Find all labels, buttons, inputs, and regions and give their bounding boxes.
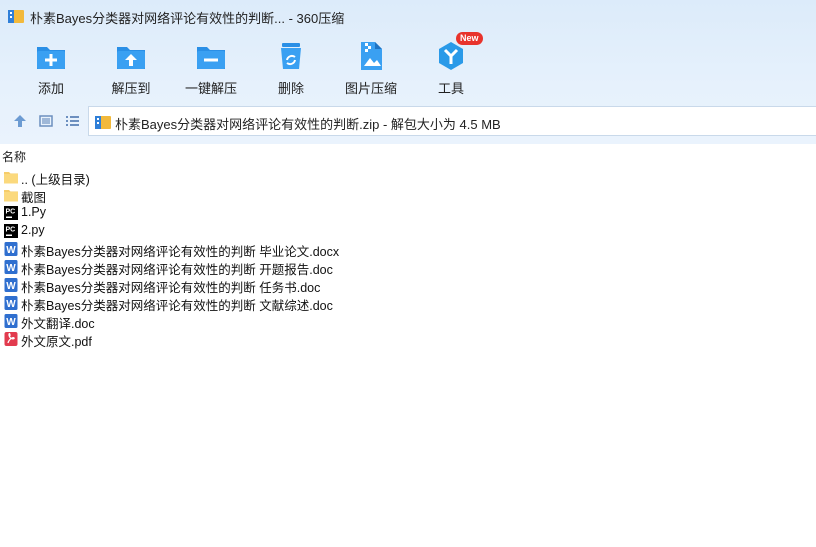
file-row[interactable]: W 朴素Bayes分类器对网络评论有效性的判断 毕业论文.docx xyxy=(0,240,816,259)
word-doc-icon: W xyxy=(4,260,18,274)
file-row[interactable]: W 外文翻译.doc xyxy=(0,312,816,331)
svg-text:W: W xyxy=(6,299,16,310)
thumbnail-view-icon[interactable] xyxy=(38,113,54,129)
file-row[interactable]: 截图 xyxy=(0,186,816,205)
archive-file-icon xyxy=(95,116,111,129)
file-list: .. (上级目录) 截图 PC 1.Py PC 2.py W 朴素Bayes分类器对网络评论有… xyxy=(0,168,816,349)
image-compress-icon xyxy=(361,42,382,70)
address-row: 朴素Bayes分类器对网络评论有效性的判断.zip - 解包大小为 4.5 MB xyxy=(0,106,816,136)
one-click-extract-button[interactable]: 一键解压 xyxy=(176,38,246,98)
svg-text:W: W xyxy=(6,245,16,256)
archive-app-icon xyxy=(8,10,24,23)
extract-folder-icon xyxy=(117,47,145,69)
one-click-extract-icon xyxy=(197,47,225,69)
file-row[interactable]: W 朴素Bayes分类器对网络评论有效性的判断 文献综述.doc xyxy=(0,294,816,313)
delete-button[interactable]: 删除 xyxy=(256,38,326,98)
up-arrow-icon[interactable] xyxy=(12,113,28,129)
file-row[interactable]: W 朴素Bayes分类器对网络评论有效性的判断 开题报告.doc xyxy=(0,258,816,277)
tools-button[interactable]: New 工具 xyxy=(416,32,486,98)
svg-text:PC: PC xyxy=(6,209,16,216)
address-text: 朴素Bayes分类器对网络评论有效性的判断.zip - 解包大小为 4.5 MB xyxy=(115,117,501,132)
window-title: 朴素Bayes分类器对网络评论有效性的判断... - 360压缩 xyxy=(30,11,345,26)
file-name: 外文原文.pdf xyxy=(21,335,92,349)
tools-label: 工具 xyxy=(437,81,464,96)
toolbar: 添加 解压到 一键解压 删除 图片压缩 New 工具 xyxy=(14,32,514,98)
file-row[interactable]: W 朴素Bayes分类器对网络评论有效性的判断 任务书.doc xyxy=(0,276,816,295)
pdf-icon xyxy=(4,332,18,346)
new-badge: New xyxy=(456,32,483,45)
window-chrome: 朴素Bayes分类器对网络评论有效性的判断... - 360压缩 添加 解压到 xyxy=(0,0,816,144)
title-bar: 朴素Bayes分类器对网络评论有效性的判断... - 360压缩 xyxy=(0,0,816,32)
file-name: 2.py xyxy=(21,223,45,237)
one-click-extract-label: 一键解压 xyxy=(184,81,237,96)
delete-label: 删除 xyxy=(277,81,304,96)
extract-to-button[interactable]: 解压到 xyxy=(96,38,166,98)
pycharm-file-icon: PC xyxy=(4,206,18,220)
svg-text:W: W xyxy=(6,317,16,328)
folder-icon xyxy=(4,190,18,202)
svg-text:PC: PC xyxy=(6,227,16,234)
extract-to-label: 解压到 xyxy=(111,81,151,96)
file-row[interactable]: PC 1.Py xyxy=(0,204,816,222)
word-doc-icon: W xyxy=(4,314,18,328)
add-label: 添加 xyxy=(37,81,64,96)
file-row[interactable]: PC 2.py xyxy=(0,222,816,240)
add-button[interactable]: 添加 xyxy=(16,38,86,98)
file-row[interactable]: 外文原文.pdf xyxy=(0,330,816,349)
pycharm-file-icon: PC xyxy=(4,224,18,238)
word-doc-icon: W xyxy=(4,242,18,256)
svg-text:W: W xyxy=(6,281,16,292)
folder-icon xyxy=(4,172,18,184)
file-name: 1.Py xyxy=(21,205,47,219)
image-compress-button[interactable]: 图片压缩 xyxy=(336,38,406,98)
file-row[interactable]: .. (上级目录) xyxy=(0,168,816,187)
svg-text:W: W xyxy=(6,263,16,274)
address-bar[interactable]: 朴素Bayes分类器对网络评论有效性的判断.zip - 解包大小为 4.5 MB xyxy=(88,106,816,136)
list-view-icon[interactable] xyxy=(64,113,80,129)
recycle-bin-icon xyxy=(281,43,301,69)
word-doc-icon: W xyxy=(4,296,18,310)
word-doc-icon: W xyxy=(4,278,18,292)
column-header-name[interactable]: 名称 xyxy=(2,148,26,165)
add-folder-icon xyxy=(37,47,65,69)
image-compress-label: 图片压缩 xyxy=(344,81,397,96)
